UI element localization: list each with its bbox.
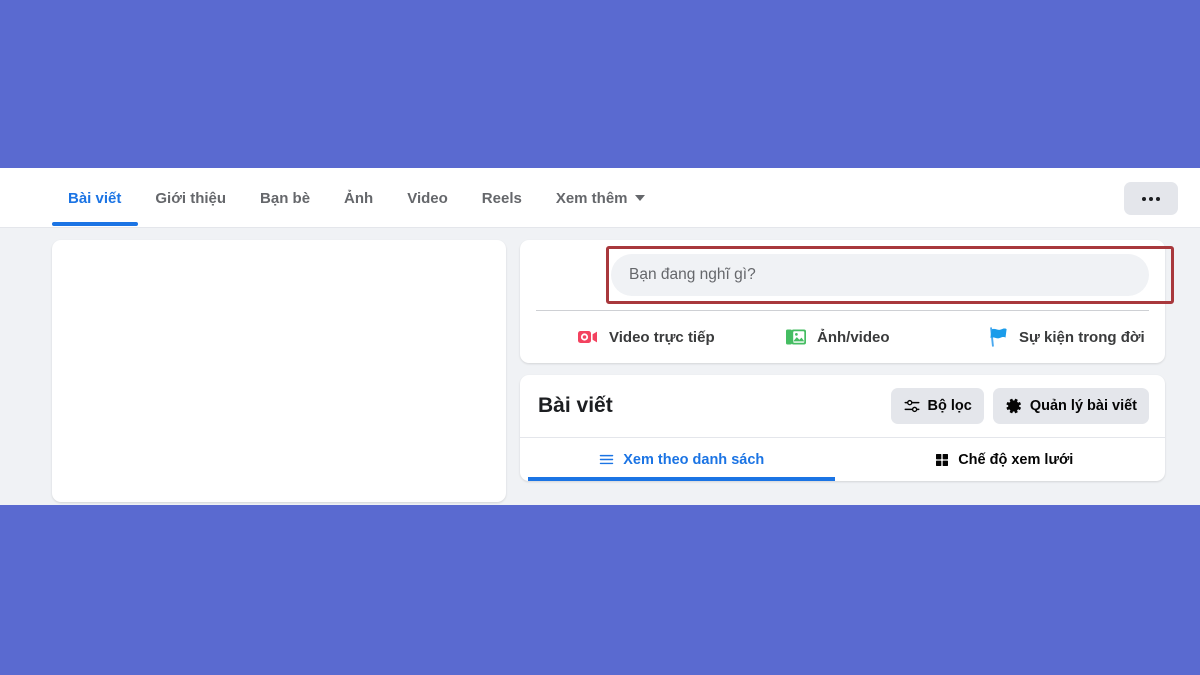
- left-info-card: [52, 240, 506, 502]
- left-column: [0, 240, 520, 505]
- facebook-profile-frame: Bài viết Giới thiệu Bạn bè Ảnh Video Ree…: [0, 168, 1200, 505]
- tab-video-label: Video: [407, 189, 448, 207]
- profile-body: Video trực tiếp Ảnh/video: [0, 228, 1200, 505]
- tab-grid-view[interactable]: Chế độ xem lưới: [843, 438, 1166, 481]
- tab-gioi-thieu-label: Giới thiệu: [155, 189, 227, 207]
- tab-reels-label: Reels: [481, 189, 522, 207]
- composer-input-row: [536, 246, 1174, 304]
- post-composer-card: Video trực tiếp Ảnh/video: [520, 240, 1174, 363]
- photo-video-icon: [786, 329, 806, 345]
- tab-ban-be-label: Bạn bè: [260, 189, 311, 207]
- tab-reels[interactable]: Reels: [465, 168, 539, 228]
- list-view-icon: [600, 454, 614, 465]
- chevron-down-icon: [634, 195, 645, 201]
- composer-action-photo-video-label: Ảnh/video: [817, 328, 890, 346]
- more-options-button[interactable]: [1124, 182, 1178, 215]
- live-video-icon: [578, 331, 597, 343]
- tab-bai-viet-label: Bài viết: [68, 189, 122, 207]
- screenshot-stage: Bài viết Giới thiệu Bạn bè Ảnh Video Ree…: [0, 0, 1200, 675]
- composer-action-live-video-label: Video trực tiếp: [609, 328, 715, 346]
- tab-xem-them-label: Xem thêm: [555, 189, 628, 207]
- manage-posts-button-label: Quản lý bài viết: [1029, 398, 1137, 414]
- profile-tabs: Bài viết Giới thiệu Bạn bè Ảnh Video Ree…: [52, 168, 662, 228]
- ellipsis-icon: [1142, 196, 1160, 201]
- posts-view-tabs: Xem theo danh sách Chế độ xem lưới: [520, 437, 1165, 481]
- posts-card: Bài viết Bộ lọc Quản lý bài viết Xem the…: [520, 375, 1165, 481]
- filter-button-label: Bộ lọc: [927, 398, 972, 414]
- tab-list-view-label: Xem theo danh sách: [623, 451, 765, 468]
- tab-xem-them[interactable]: Xem thêm: [539, 168, 662, 228]
- composer-action-live-video[interactable]: Video trực tiếp: [540, 325, 758, 349]
- life-event-flag-icon: [990, 327, 1007, 347]
- tab-anh-label: Ảnh: [344, 189, 374, 207]
- tab-list-view[interactable]: Xem theo danh sách: [520, 438, 843, 481]
- right-column: Video trực tiếp Ảnh/video: [520, 240, 1200, 505]
- composer-action-life-event-label: Sự kiện trong đời: [1019, 328, 1145, 346]
- tab-grid-view-label: Chế độ xem lưới: [958, 451, 1074, 468]
- composer-input[interactable]: [611, 254, 1149, 296]
- tab-video[interactable]: Video: [390, 168, 465, 228]
- composer-action-photo-video[interactable]: Ảnh/video: [758, 325, 968, 349]
- gear-icon: [1006, 398, 1021, 414]
- tab-anh[interactable]: Ảnh: [327, 168, 390, 228]
- manage-posts-button[interactable]: Quản lý bài viết: [992, 388, 1149, 424]
- tab-gioi-thieu[interactable]: Giới thiệu: [138, 168, 243, 228]
- posts-title: Bài viết: [538, 394, 613, 417]
- composer-action-life-event[interactable]: Sự kiện trong đời: [968, 325, 1145, 349]
- grid-view-icon: [936, 453, 949, 466]
- posts-header: Bài viết Bộ lọc Quản lý bài viết: [520, 375, 1165, 437]
- filter-button[interactable]: Bộ lọc: [890, 388, 984, 424]
- profile-nav-bar: Bài viết Giới thiệu Bạn bè Ảnh Video Ree…: [0, 168, 1200, 228]
- filter-sliders-icon: [904, 399, 919, 413]
- composer-actions: Video trực tiếp Ảnh/video Sự kiện trong …: [536, 311, 1149, 363]
- tab-bai-viet[interactable]: Bài viết: [52, 168, 139, 228]
- tab-ban-be[interactable]: Bạn bè: [243, 168, 327, 228]
